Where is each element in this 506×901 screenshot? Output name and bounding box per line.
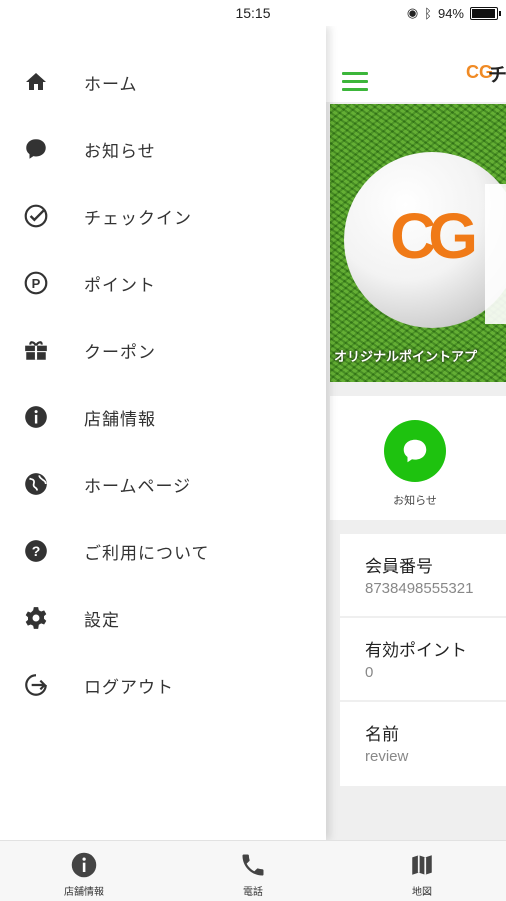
drawer-item-logout[interactable]: ログアウト bbox=[0, 655, 326, 715]
banner-caption: オリジナルポイントアプ bbox=[334, 350, 478, 365]
drawer-label-homepage: ホームページ bbox=[84, 476, 192, 497]
chat-bubble-icon bbox=[403, 439, 427, 463]
drawer-label-help: ご利用について bbox=[84, 543, 210, 564]
status-indicators: ◉ ᛒ 94% bbox=[406, 5, 501, 21]
home-icon bbox=[22, 68, 50, 96]
notice-button[interactable] bbox=[384, 420, 446, 482]
notice-panel: お知らせ bbox=[330, 396, 506, 520]
battery-icon bbox=[470, 6, 501, 20]
main-content: CG チ CG オリジナルポイントアプ お知らせ 会員番号 8738498555… bbox=[326, 26, 506, 840]
battery-percent: 94% bbox=[437, 5, 464, 21]
bottom-tab-phone[interactable]: 電話 bbox=[193, 841, 313, 901]
member-number-value: 8738498555321 bbox=[365, 580, 474, 597]
drawer-item-store-info[interactable]: 店舗情報 bbox=[0, 387, 326, 447]
points-card: 有効ポイント 0 bbox=[340, 618, 506, 700]
checkin-icon bbox=[22, 202, 50, 230]
alarm-icon: ◉ bbox=[406, 5, 419, 20]
drawer-label-notices: お知らせ bbox=[84, 141, 156, 162]
drawer-label-logout: ログアウト bbox=[84, 677, 174, 698]
bottom-tab-store-info[interactable]: 店舗情報 bbox=[24, 841, 144, 901]
drawer-item-home[interactable]: ホーム bbox=[0, 52, 326, 112]
app-title: チ bbox=[488, 64, 506, 86]
bottom-tab-bar: 店舗情報 電話 地図 bbox=[0, 840, 506, 901]
points-title: 有効ポイント bbox=[365, 641, 467, 661]
banner-card bbox=[485, 184, 506, 324]
hero-banner: CG オリジナルポイントアプ bbox=[330, 104, 506, 382]
drawer-label-points: ポイント bbox=[84, 275, 156, 296]
svg-text:?: ? bbox=[32, 543, 41, 559]
bluetooth-icon: ᛒ bbox=[424, 5, 432, 21]
info-icon bbox=[24, 851, 144, 879]
gear-icon bbox=[22, 604, 50, 632]
navigation-drawer: ホーム お知らせ チェックイン P ポイント クーポン 店舗情報 ホームページ bbox=[0, 26, 326, 840]
member-number-card: 会員番号 8738498555321 bbox=[340, 534, 506, 616]
bottom-tab-label-phone: 電話 bbox=[243, 887, 263, 898]
bottom-tab-map[interactable]: 地図 bbox=[362, 841, 482, 901]
info-icon bbox=[22, 403, 50, 431]
map-icon bbox=[362, 851, 482, 879]
coupon-icon bbox=[22, 336, 50, 364]
drawer-item-homepage[interactable]: ホームページ bbox=[0, 454, 326, 514]
drawer-label-store-info: 店舗情報 bbox=[84, 409, 156, 430]
drawer-item-notices[interactable]: お知らせ bbox=[0, 119, 326, 179]
app-bar: CG チ bbox=[326, 26, 506, 102]
name-value: review bbox=[365, 748, 409, 765]
name-card: 名前 review bbox=[340, 702, 506, 786]
cg-logo-icon: CG bbox=[390, 200, 478, 272]
drawer-label-home: ホーム bbox=[84, 74, 138, 95]
notice-label: お知らせ bbox=[393, 494, 437, 507]
bottom-tab-label-store-info: 店舗情報 bbox=[64, 887, 104, 898]
drawer-label-coupons: クーポン bbox=[84, 342, 156, 363]
bottom-tab-label-map: 地図 bbox=[412, 887, 432, 898]
drawer-label-settings: 設定 bbox=[84, 610, 120, 631]
drawer-item-coupons[interactable]: クーポン bbox=[0, 320, 326, 380]
svg-text:P: P bbox=[32, 276, 41, 291]
status-bar: 15:15 ◉ ᛒ 94% bbox=[0, 0, 506, 26]
logout-icon bbox=[22, 671, 50, 699]
drawer-item-help[interactable]: ? ご利用について bbox=[0, 521, 326, 581]
menu-icon[interactable] bbox=[342, 72, 368, 96]
drawer-label-checkin: チェックイン bbox=[84, 208, 192, 229]
help-icon: ? bbox=[22, 537, 50, 565]
phone-icon bbox=[193, 851, 313, 879]
point-icon: P bbox=[22, 269, 50, 297]
globe-icon bbox=[22, 470, 50, 498]
drawer-item-checkin[interactable]: チェックイン bbox=[0, 186, 326, 246]
name-title: 名前 bbox=[365, 725, 399, 745]
drawer-item-points[interactable]: P ポイント bbox=[0, 253, 326, 313]
drawer-item-settings[interactable]: 設定 bbox=[0, 588, 326, 648]
points-value: 0 bbox=[365, 664, 374, 681]
member-number-title: 会員番号 bbox=[365, 557, 433, 577]
chat-bubble-icon bbox=[22, 135, 50, 163]
